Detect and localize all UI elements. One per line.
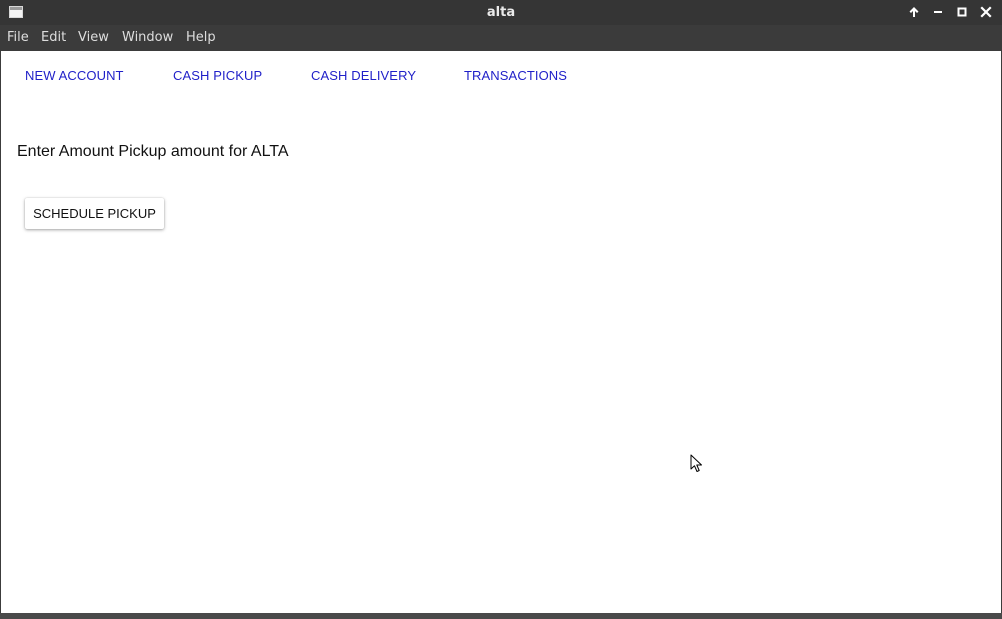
menu-view[interactable]: View bbox=[78, 25, 109, 51]
title-bar[interactable]: alta bbox=[0, 0, 1002, 25]
arrow-up-icon[interactable] bbox=[906, 4, 922, 20]
nav-transactions-link[interactable]: TRANSACTIONS bbox=[464, 68, 567, 83]
nav-new-account-link[interactable]: NEW ACCOUNT bbox=[25, 68, 124, 83]
app-window: alta File Edit View Window Help NEW ACCO… bbox=[0, 0, 1002, 619]
mouse-pointer-icon bbox=[690, 454, 702, 472]
menu-help[interactable]: Help bbox=[186, 25, 216, 51]
menu-window[interactable]: Window bbox=[122, 25, 173, 51]
minimize-icon[interactable] bbox=[930, 4, 946, 20]
pickup-prompt-text: Enter Amount Pickup amount for ALTA bbox=[17, 143, 289, 160]
menu-bar: File Edit View Window Help bbox=[0, 25, 1002, 51]
close-icon[interactable] bbox=[978, 4, 994, 20]
nav-cash-delivery-link[interactable]: CASH DELIVERY bbox=[311, 68, 416, 83]
window-bottom-border bbox=[0, 613, 1002, 619]
menu-edit[interactable]: Edit bbox=[41, 25, 66, 51]
menu-file[interactable]: File bbox=[7, 25, 29, 51]
schedule-pickup-button[interactable]: SCHEDULE PICKUP bbox=[25, 198, 164, 229]
main-content: NEW ACCOUNT CASH PICKUP CASH DELIVERY TR… bbox=[1, 51, 1001, 613]
maximize-icon[interactable] bbox=[954, 4, 970, 20]
nav-cash-pickup-link[interactable]: CASH PICKUP bbox=[173, 68, 262, 83]
window-title: alta bbox=[486, 5, 516, 20]
